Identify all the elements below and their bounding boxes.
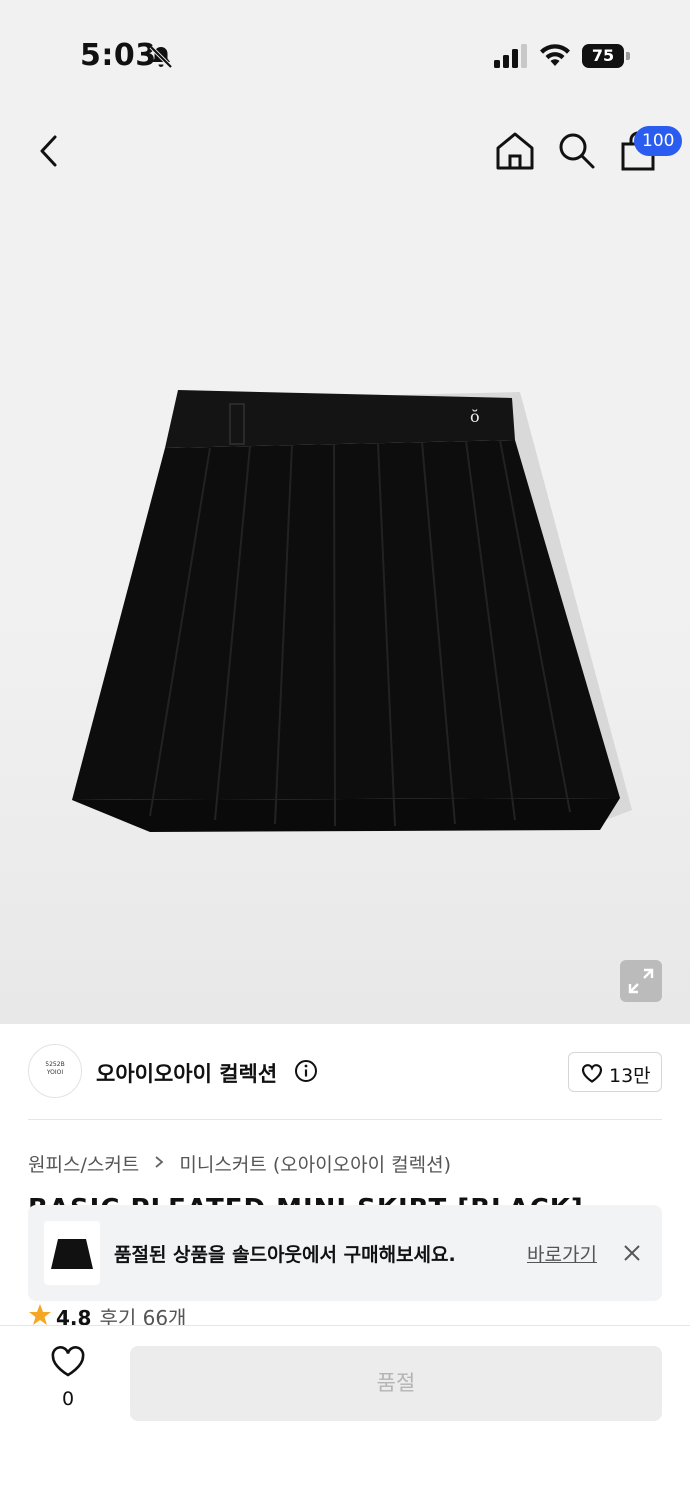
review-count: 후기 66개 [99,1306,187,1327]
battery-icon: 75 [582,44,630,68]
heart-icon [581,1064,603,1083]
toast-message: 품절된 상품을 솔드아웃에서 구매해보세요. [114,1244,456,1266]
brand-logo-line2: YOIOI [46,1069,64,1076]
breadcrumb: 원피스/스커트 미니스커트 (오아이오아이 컬렉션) [28,1150,451,1177]
product-detail-page: 5:03 75 100 ŏ 5252B YOIOI 오아이오아이 컬렉션 13만… [0,0,690,1500]
back-icon[interactable] [30,128,70,174]
brand-row: 5252B YOIOI 오아이오아이 컬렉션 13만 [0,1024,690,1120]
wifi-icon [540,44,570,66]
rating-row[interactable]: 4.8 후기 66개 [28,1303,186,1327]
wish-button[interactable]: 0 [38,1346,98,1426]
bottom-action-bar: 0 품절 [0,1325,690,1500]
chevron-right-icon [155,1156,164,1168]
toast-product-thumbnail [44,1221,100,1285]
info-icon[interactable] [294,1059,318,1083]
status-time: 5:03 [80,38,157,73]
home-icon[interactable] [494,130,536,172]
soldout-toast: 품절된 상품을 솔드아웃에서 구매해보세요. 바로가기 [28,1205,662,1301]
brand-logo-line1: 5252B [45,1061,65,1068]
signal-icon [494,44,527,68]
breadcrumb-category1[interactable]: 원피스/스커트 [28,1154,139,1176]
product-image-skirt: ŏ [72,390,632,832]
brand-like-count: 13만 [609,1065,651,1087]
rating-score: 4.8 [56,1306,92,1327]
brand-name[interactable]: 오아이오아이 컬렉션 [96,1058,277,1088]
bell-off-icon [149,45,173,69]
star-icon [29,1304,51,1325]
cart-count-badge: 100 [634,126,683,156]
svg-text:ŏ: ŏ [470,407,480,426]
battery-level: 75 [582,44,624,68]
toast-go-link[interactable]: 바로가기 [527,1240,597,1267]
status-bar: 5:03 75 [0,0,690,110]
expand-icon[interactable] [620,960,662,1002]
close-icon[interactable] [622,1243,642,1263]
brand-logo[interactable]: 5252B YOIOI [28,1044,82,1098]
breadcrumb-category2[interactable]: 미니스커트 (오아이오아이 컬렉션) [179,1154,451,1176]
brand-like-button[interactable]: 13만 [568,1052,662,1092]
battery-nub [626,52,630,60]
soldout-button[interactable]: 품절 [130,1346,662,1421]
divider [28,1119,662,1120]
heart-icon [51,1346,85,1377]
wish-count: 0 [61,1388,75,1410]
search-icon[interactable] [556,130,596,170]
